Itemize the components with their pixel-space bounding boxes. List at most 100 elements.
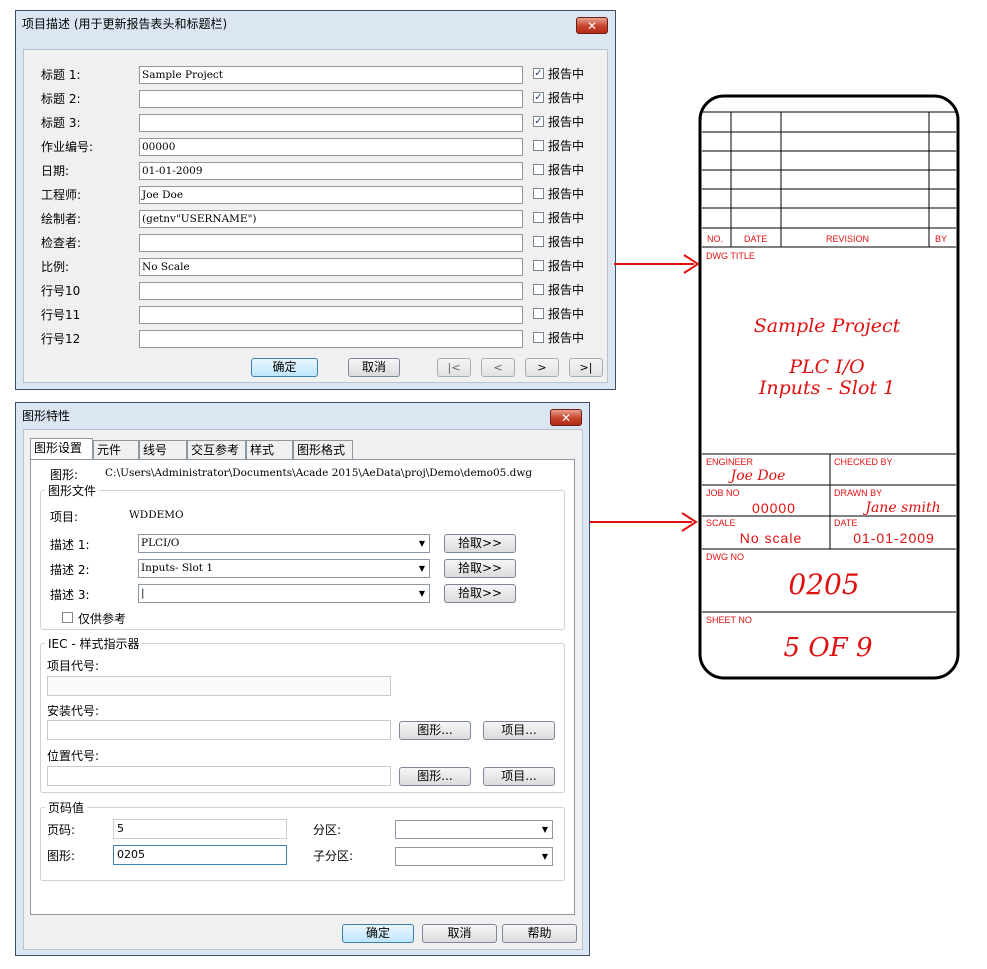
project-code-field[interactable] — [47, 676, 391, 696]
help-button[interactable]: 帮助 — [502, 924, 577, 943]
row-value-field[interactable] — [139, 90, 523, 108]
engineer-value: Joe Doe — [728, 468, 786, 484]
install-code-field[interactable] — [47, 720, 391, 740]
location-project-button[interactable]: 项目... — [483, 767, 555, 786]
tab-components[interactable]: 元件 — [93, 440, 139, 460]
dwg-title-label: DWG TITLE — [706, 251, 755, 261]
in-report-checkbox[interactable] — [533, 284, 544, 295]
sheet-no-label: SHEET NO — [706, 615, 752, 625]
install-project-button[interactable]: 项目... — [483, 721, 555, 740]
row-value-field[interactable] — [139, 330, 523, 348]
engineer-label: ENGINEER — [706, 457, 754, 467]
section-select[interactable]: ▼ — [395, 820, 553, 839]
close-icon[interactable]: ✕ — [550, 409, 582, 426]
in-report-checkbox[interactable] — [533, 212, 544, 223]
in-report-checkbox[interactable] — [533, 164, 544, 175]
location-code-field[interactable] — [47, 766, 391, 786]
tab-cross-reference[interactable]: 交互参考 — [187, 440, 246, 460]
description-select[interactable]: Inputs- Slot 1 ▼ — [138, 559, 430, 578]
tab-drawing-format[interactable]: 图形格式 — [293, 440, 353, 460]
row-label: 检查者: — [41, 236, 82, 250]
scale-value: No scale — [740, 530, 802, 546]
job-no-label: JOB NO — [706, 488, 740, 498]
install-drawing-button[interactable]: 图形... — [399, 721, 471, 740]
in-report-label: 报告中 — [548, 259, 585, 273]
row-value-field[interactable]: Sample Project — [139, 66, 523, 84]
row-value-field[interactable] — [139, 306, 523, 324]
install-code-label: 安装代号: — [47, 704, 100, 718]
pick-button[interactable]: 拾取>> — [444, 559, 516, 578]
rev-by-header: BY — [935, 234, 947, 244]
row-value-field[interactable]: No Scale — [139, 258, 523, 276]
row-label: 工程师: — [41, 188, 82, 202]
in-report-checkbox[interactable]: ✓ — [533, 116, 544, 127]
row-value-field[interactable] — [139, 282, 523, 300]
reference-only-label: 仅供参考 — [78, 612, 127, 626]
description-value: Inputs- Slot 1 — [141, 562, 213, 574]
description-select[interactable]: | ▼ — [138, 584, 430, 603]
in-report-checkbox[interactable] — [533, 236, 544, 247]
chevron-down-icon: ▼ — [418, 589, 425, 598]
project-description-dialog: 项目描述 (用于更新报告表头和标题栏) ✕ 标题 1: Sample Projec… — [15, 10, 616, 390]
subsection-select[interactable]: ▼ — [395, 847, 553, 866]
row-label: 标题 3: — [41, 116, 81, 130]
tab-styles[interactable]: 样式 — [246, 440, 293, 460]
pick-button[interactable]: 拾取>> — [444, 584, 516, 603]
in-report-checkbox[interactable]: ✓ — [533, 92, 544, 103]
tab-wire-numbers[interactable]: 线号 — [139, 440, 187, 460]
location-drawing-button[interactable]: 图形... — [399, 767, 471, 786]
row-value-field[interactable]: Joe Doe — [139, 186, 523, 204]
description-select[interactable]: PLCI/O ▼ — [138, 534, 430, 553]
rev-date-header: DATE — [744, 234, 767, 244]
drawing-no-label: 图形: — [47, 849, 76, 863]
drawn-by-label: DRAWN BY — [834, 488, 882, 498]
description-label: 描述 1: — [50, 538, 90, 552]
project-label: 项目: — [50, 510, 79, 524]
dwg-no-value: 0205 — [788, 568, 859, 601]
project-value: WDDEMO — [129, 509, 184, 521]
in-report-checkbox[interactable] — [533, 140, 544, 151]
in-report-checkbox[interactable] — [533, 308, 544, 319]
chevron-down-icon: ▼ — [418, 539, 425, 548]
reference-only-checkbox[interactable] — [62, 612, 73, 623]
in-report-checkbox[interactable] — [533, 188, 544, 199]
in-report-checkbox[interactable]: ✓ — [533, 68, 544, 79]
first-record-button[interactable]: |< — [437, 358, 471, 377]
in-report-label: 报告中 — [548, 307, 585, 321]
chevron-down-icon: ▼ — [541, 852, 548, 861]
pick-button[interactable]: 拾取>> — [444, 534, 516, 553]
ok-button[interactable]: 确定 — [251, 358, 318, 377]
ok-button[interactable]: 确定 — [342, 924, 414, 943]
drawing-properties-dialog: 图形特性 ✕ 图形设置 元件 线号 交互参考 样式 图形格式 图形: C:\Us… — [15, 402, 590, 956]
dwg-no-label: DWG NO — [706, 552, 744, 562]
row-value-field[interactable] — [139, 234, 523, 252]
row-value-field[interactable]: 01-01-2009 — [139, 162, 523, 180]
in-report-label: 报告中 — [548, 283, 585, 297]
cancel-button[interactable]: 取消 — [348, 358, 400, 377]
cancel-button[interactable]: 取消 — [422, 924, 497, 943]
tab-drawing-settings[interactable]: 图形设置 — [30, 438, 93, 460]
arrow-to-title-block-top — [614, 254, 700, 274]
row-value-field[interactable]: 00000 — [139, 138, 523, 156]
row-label: 标题 2: — [41, 92, 81, 106]
row-value-field[interactable]: (getnv"USERNAME") — [139, 210, 523, 228]
page-values-group-label: 页码值 — [45, 799, 88, 816]
rev-revision-header: REVISION — [826, 234, 869, 244]
rev-no-header: NO. — [707, 234, 723, 244]
drawing-no-field[interactable]: 0205 — [113, 845, 287, 865]
in-report-label: 报告中 — [548, 91, 585, 105]
prev-record-button[interactable]: < — [481, 358, 515, 377]
in-report-checkbox[interactable] — [533, 332, 544, 343]
sheet-no-value: 5 OF 9 — [784, 633, 873, 663]
in-report-label: 报告中 — [548, 187, 585, 201]
section-label: 分区: — [313, 823, 342, 837]
row-value-field[interactable] — [139, 114, 523, 132]
next-record-button[interactable]: > — [525, 358, 559, 377]
last-record-button[interactable]: >| — [569, 358, 603, 377]
close-icon[interactable]: ✕ — [576, 17, 608, 34]
page-field[interactable]: 5 — [113, 819, 287, 839]
in-report-checkbox[interactable] — [533, 260, 544, 271]
in-report-label: 报告中 — [548, 235, 585, 249]
chevron-down-icon: ▼ — [418, 564, 425, 573]
in-report-label: 报告中 — [548, 115, 585, 129]
